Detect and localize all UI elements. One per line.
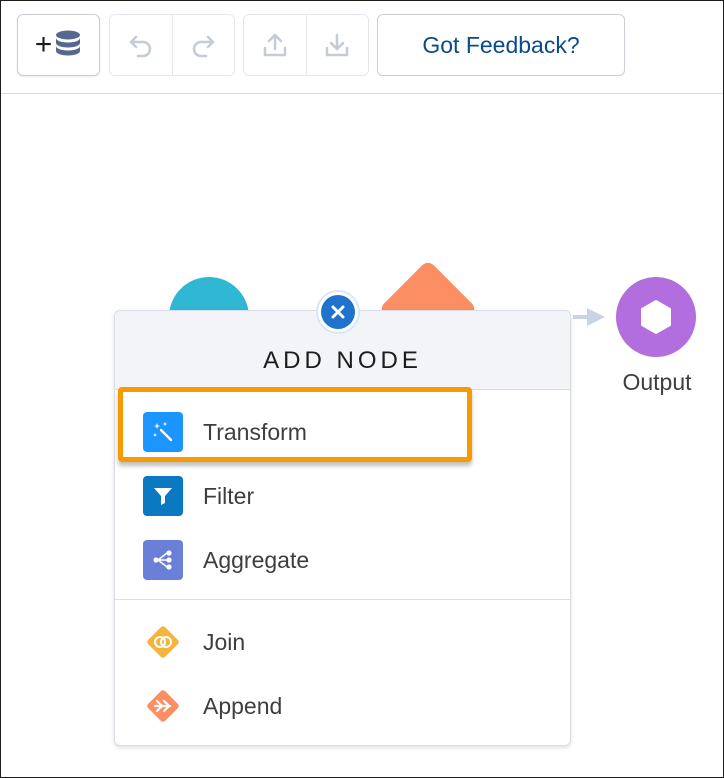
redo-button[interactable] [171, 15, 235, 75]
upload-icon [263, 33, 287, 57]
add-node-filter[interactable]: Filter [115, 468, 570, 524]
add-node-append-label: Append [203, 692, 283, 719]
popover-title: ADD NODE [263, 347, 422, 374]
plus-icon: + [34, 28, 53, 61]
undo-icon [129, 35, 152, 58]
feedback-button[interactable]: Got Feedback? [377, 14, 625, 76]
magic-wand-icon [143, 412, 183, 452]
add-node-transform-label: Transform [203, 418, 307, 445]
add-node-join-label: Join [203, 628, 246, 655]
add-node-append[interactable]: Append [115, 678, 570, 734]
connector-arrow-icon [587, 308, 605, 326]
add-node-aggregate-label: Aggregate [203, 546, 310, 573]
add-node-aggregate[interactable]: Aggregate [115, 532, 570, 588]
database-icon [56, 30, 81, 56]
add-node-transform[interactable]: Transform [115, 404, 570, 460]
history-button-group [109, 14, 235, 76]
dataflow-canvas[interactable]: Output ADD NODE Transform Filter Aggrega… [1, 94, 723, 777]
app-frame: + Got Feedback? Output ADD NODE Transfor… [0, 0, 724, 778]
join-icon [143, 622, 183, 662]
append-icon [143, 686, 183, 726]
output-node-label: Output [622, 369, 692, 395]
close-popover-button[interactable] [316, 290, 360, 334]
add-node-popover: ADD NODE Transform Filter Aggregate Join… [114, 310, 571, 746]
import-export-button-group [243, 14, 369, 76]
aggregate-icon [143, 540, 183, 580]
add-node-join[interactable]: Join [115, 614, 570, 670]
close-icon [321, 295, 355, 329]
download-icon [325, 33, 349, 57]
menu-divider [115, 599, 570, 600]
hexagon-icon [641, 300, 671, 334]
add-node-filter-label: Filter [203, 482, 255, 509]
filter-icon [143, 476, 183, 516]
upload-button[interactable] [244, 15, 306, 75]
output-node[interactable] [616, 277, 696, 357]
redo-icon [192, 35, 215, 58]
add-data-button[interactable]: + [17, 14, 100, 76]
undo-button[interactable] [110, 15, 172, 75]
download-button[interactable] [305, 15, 369, 75]
toolbar: + Got Feedback? [1, 1, 723, 94]
